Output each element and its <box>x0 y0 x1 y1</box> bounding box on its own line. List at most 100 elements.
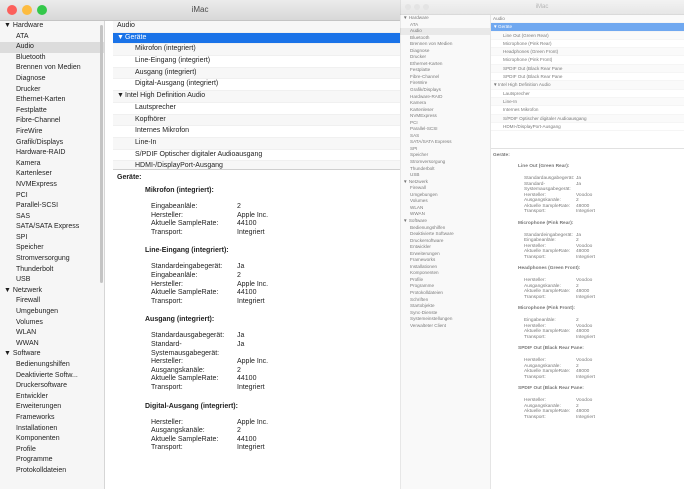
sidebar-item[interactable]: Diagnose <box>0 74 104 85</box>
sidebar-secondary[interactable]: ▼ Hardware ATA Audio Bluetooth Brennen von M… <box>400 15 491 489</box>
sidebar-item[interactable]: Parallel-SCSI <box>0 201 104 212</box>
window-titlebar-secondary[interactable]: iMac <box>400 0 684 15</box>
close-button[interactable] <box>7 5 17 15</box>
tree-row[interactable]: Audio <box>491 15 684 24</box>
tree-row[interactable]: Digital-Ausgang (integriert) <box>113 79 400 92</box>
tree-row[interactable]: Kopfhörer <box>113 114 400 127</box>
sidebar-item[interactable]: Umgebungen <box>0 307 104 318</box>
sidebar-group-header[interactable]: ▼ Software <box>0 349 104 360</box>
sidebar-item[interactable]: Frameworks <box>0 413 104 424</box>
tree-row[interactable]: Microphone (Pink Rear) <box>491 40 684 49</box>
sidebar-item[interactable]: Installationen <box>0 424 104 435</box>
tree-row[interactable]: S/PDIF Optischer digitaler Audioausgang <box>113 150 400 162</box>
sidebar-item[interactable]: NVMExpress <box>0 180 104 191</box>
tree-row[interactable]: Lautsprecher <box>113 103 400 115</box>
sidebar-item[interactable]: Firewall <box>0 296 104 307</box>
tree-row[interactable]: ▼Geräte <box>491 23 684 32</box>
tree-row[interactable]: Ausgang (integriert) <box>113 67 400 80</box>
tree-row[interactable]: Internes Mikrofon <box>491 106 684 115</box>
sidebar-item[interactable]: Protokolldateien <box>0 466 104 477</box>
device-title: Ausgang (integriert): <box>145 316 215 324</box>
sidebar-item[interactable]: Speicher <box>0 243 104 254</box>
tree-row[interactable]: HDMI-/DisplayPort-Ausgang <box>113 161 400 169</box>
sidebar-item[interactable]: USB <box>0 275 104 286</box>
sidebar-item[interactable]: Audio <box>0 42 104 53</box>
sidebar-item[interactable]: SPI <box>0 233 104 244</box>
tree-row[interactable]: Lautsprecher <box>491 90 684 98</box>
tree-row[interactable]: ▼Intel High Definition Audio <box>491 81 684 90</box>
disclosure-triangle-icon[interactable]: ▼ <box>117 91 125 102</box>
tree-row[interactable]: SPDIF Out (Black Rear Pane <box>491 73 684 82</box>
tree-row[interactable]: ▼Intel High Definition Audio <box>113 91 400 103</box>
minimize-button[interactable] <box>22 5 32 15</box>
tree-row[interactable]: Audio <box>113 21 400 33</box>
tree-row[interactable]: ▼Geräte <box>113 32 400 45</box>
tree-row[interactable]: Microphone (Pink Front) <box>491 56 684 65</box>
sidebar-item[interactable]: Fibre-Channel <box>0 116 104 127</box>
tree-row-label: Audio <box>117 22 135 29</box>
sidebar-item[interactable]: Kartenleser <box>0 169 104 180</box>
tree-row-label: Headphones (Green Front) <box>503 49 559 55</box>
tree-row-label: Lautsprecher <box>503 90 530 96</box>
sidebar-item[interactable]: Erweiterungen <box>0 402 104 413</box>
device-tree-secondary[interactable]: Audio ▼Geräte Line Out (Green Rear) Microph… <box>491 15 684 149</box>
sidebar-item[interactable]: WLAN <box>0 328 104 339</box>
property-value: 44100 <box>237 220 257 228</box>
sidebar-item[interactable]: Thunderbolt <box>0 265 104 276</box>
zoom-button-secondary[interactable] <box>423 4 429 10</box>
sidebar-item[interactable]: Profile <box>0 445 104 456</box>
tree-row[interactable]: Line-In <box>113 137 400 150</box>
property-value: Integriert <box>237 228 265 236</box>
sidebar[interactable]: ▼ Hardware ATA Audio Bluetooth Brennen von M… <box>0 21 105 489</box>
sidebar-item[interactable]: PCI <box>0 191 104 202</box>
device-title: Line Out (Green Rear): <box>518 164 570 169</box>
tree-row[interactable]: SPDIF Out (Black Rear Pane <box>491 64 684 74</box>
sidebar-item[interactable]: Drucker <box>0 85 104 96</box>
sidebar-item[interactable]: Verwalteter Client <box>400 323 490 330</box>
tree-row[interactable]: Line-In <box>491 97 684 107</box>
sidebar-group-header[interactable]: ▼ Netzwerk <box>0 286 104 297</box>
sidebar-item[interactable]: Deaktivierte Softw... <box>0 371 104 382</box>
sidebar-item[interactable]: Volumes <box>0 318 104 329</box>
sidebar-scrollbar[interactable] <box>100 25 103 283</box>
sidebar-item[interactable]: ATA <box>0 32 104 43</box>
tree-row[interactable]: Internes Mikrofon <box>113 126 400 138</box>
tree-row[interactable]: S/PDIF Optischer digitaler Audioausgang <box>491 114 684 123</box>
sidebar-item[interactable]: Hardware-RAID <box>0 148 104 159</box>
tree-row[interactable]: Line-Eingang (integriert) <box>113 56 400 68</box>
sidebar-item[interactable]: Bluetooth <box>0 53 104 64</box>
property-value: Integriert <box>576 209 595 214</box>
tree-row[interactable]: HDMI-/DisplayPort-Ausgang <box>491 123 684 132</box>
disclosure-triangle-icon[interactable]: ▼ <box>117 33 125 44</box>
close-button-secondary[interactable] <box>405 4 411 10</box>
property-value: 2 <box>237 366 241 374</box>
property-value: Apple Inc. <box>237 358 269 366</box>
sidebar-item[interactable]: Druckersoftware <box>0 381 104 392</box>
sidebar-item[interactable]: Festplatte <box>0 106 104 117</box>
property-value: Ja <box>576 181 582 187</box>
zoom-button[interactable] <box>37 5 47 15</box>
window-titlebar[interactable]: iMac <box>0 0 400 21</box>
tree-row[interactable]: Mikrofon (integriert) <box>113 44 400 57</box>
tree-row-label: S/PDIF Optischer digitaler Audioausgang <box>503 115 587 121</box>
sidebar-item[interactable]: Entwickler <box>0 392 104 403</box>
sidebar-item[interactable]: Bedienungshilfen <box>0 360 104 371</box>
sidebar-item[interactable]: Grafik/Displays <box>0 138 104 149</box>
sidebar-item[interactable]: Komponenten <box>0 434 104 445</box>
device-tree[interactable]: Audio ▼Geräte Mikrofon (integriert) Line-Ei… <box>113 21 400 170</box>
property-row: Hersteller: Apple Inc. <box>145 358 400 367</box>
sidebar-item[interactable]: SATA/SATA Express <box>0 222 104 233</box>
sidebar-item[interactable]: Brennen von Medien <box>0 63 104 74</box>
sidebar-item[interactable]: Stromversorgung <box>0 254 104 265</box>
minimize-button-secondary[interactable] <box>414 4 420 10</box>
sidebar-item[interactable]: FireWire <box>0 127 104 138</box>
sidebar-item[interactable]: Programme <box>0 455 104 466</box>
tree-row[interactable]: Line Out (Green Rear) <box>491 31 684 40</box>
sidebar-item[interactable]: SAS <box>0 212 104 223</box>
tree-row[interactable]: Headphones (Green Front) <box>491 48 684 57</box>
sidebar-item[interactable]: Ethernet-Karten <box>0 95 104 106</box>
sidebar-item[interactable]: Kamera <box>0 159 104 170</box>
sidebar-item[interactable]: WWAN <box>0 339 104 350</box>
property-value: Apple Inc. <box>237 418 269 426</box>
sidebar-group-header[interactable]: ▼ Hardware <box>0 21 104 32</box>
